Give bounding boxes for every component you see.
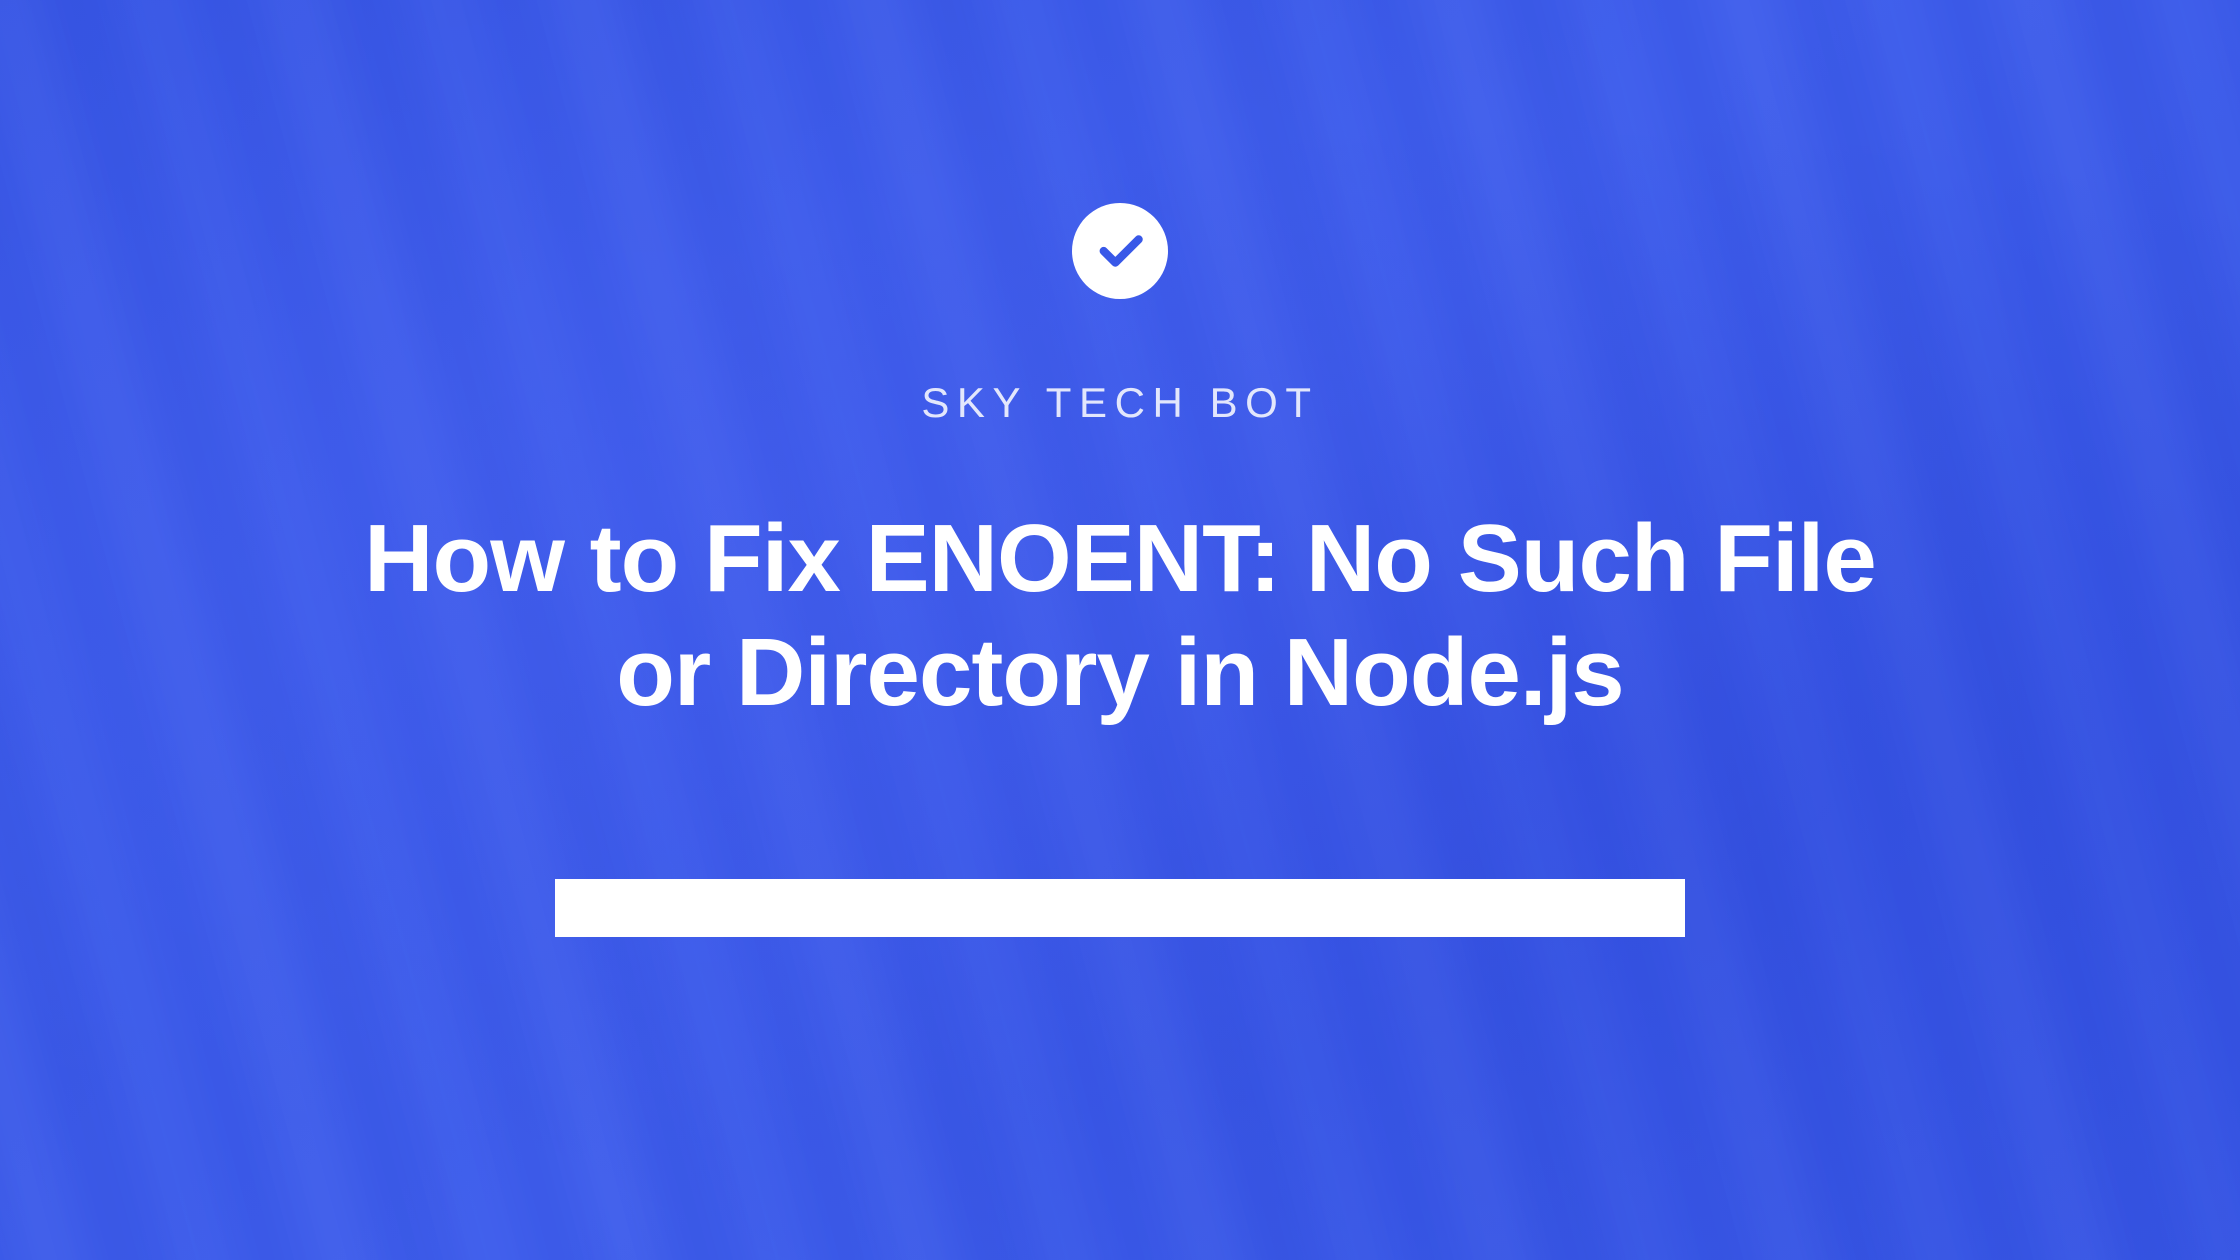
checkmark-icon bbox=[1092, 223, 1148, 279]
article-title: How to Fix ENOENT: No Such File or Direc… bbox=[320, 502, 1920, 729]
hero-content: SKY TECH BOT How to Fix ENOENT: No Such … bbox=[0, 0, 2240, 1260]
site-name-eyebrow: SKY TECH BOT bbox=[921, 379, 1318, 427]
checkmark-badge-icon bbox=[1072, 203, 1168, 299]
decorative-underline bbox=[555, 879, 1685, 937]
